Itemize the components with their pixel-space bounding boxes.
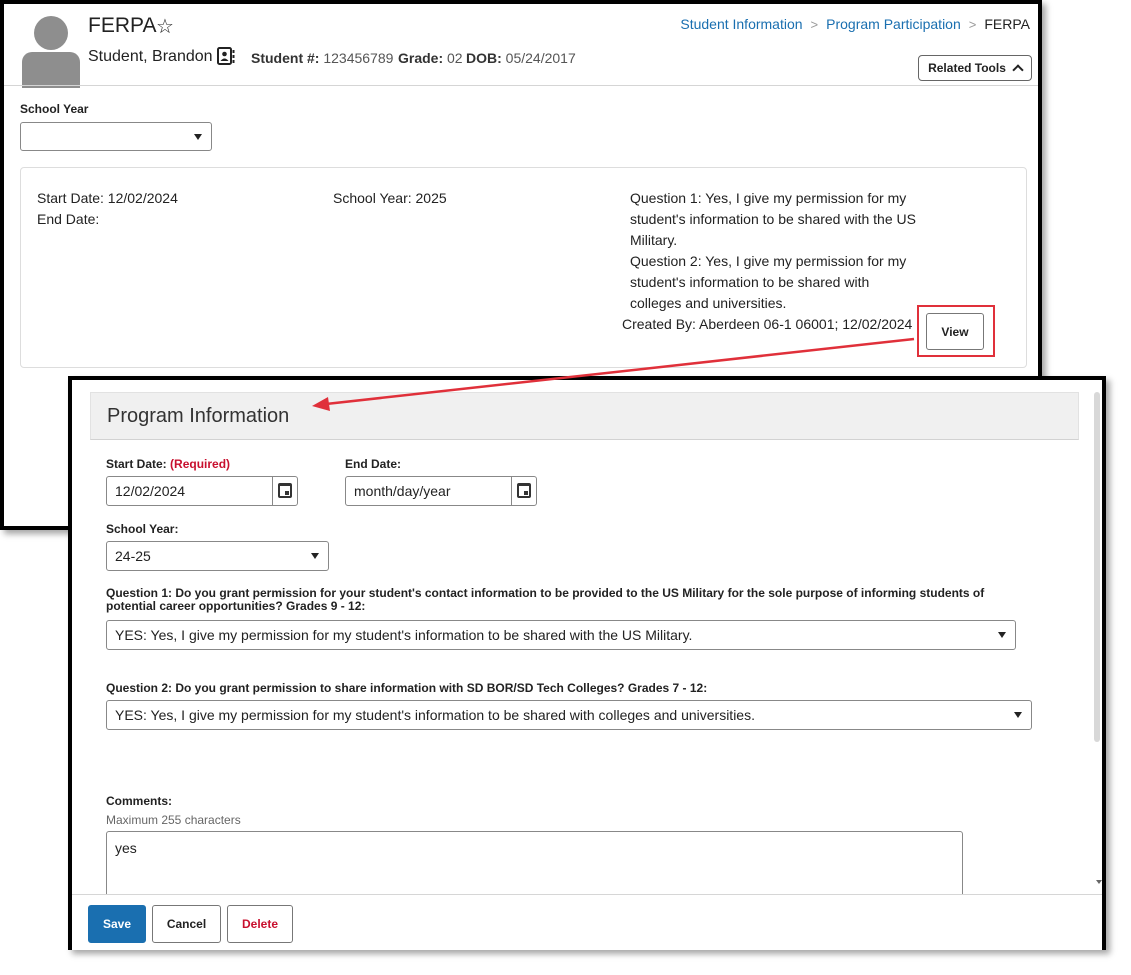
breadcrumb-current: FERPA (984, 16, 1030, 32)
end-date-label: End Date: (345, 457, 402, 471)
comments-label: Comments: (106, 794, 173, 808)
school-year-value: 24-25 (115, 548, 151, 564)
caret-down-icon (1014, 712, 1022, 718)
question-1-select[interactable]: YES: Yes, I give my permission for my st… (106, 620, 1016, 650)
related-tools-label: Related Tools (928, 61, 1006, 75)
cancel-button[interactable]: Cancel (152, 905, 221, 943)
star-icon[interactable]: ☆ (156, 14, 174, 39)
chevron-right-icon: > (810, 16, 819, 32)
breadcrumb-program-participation[interactable]: Program Participation (826, 16, 961, 32)
start-date-input[interactable]: 12/02/2024 (106, 476, 298, 506)
scrollbar[interactable] (1094, 392, 1100, 742)
start-date-value: 12/02/2024 (115, 483, 186, 499)
page-title: FERPA (88, 14, 157, 37)
record-end-date: End Date: (37, 211, 100, 227)
delete-button[interactable]: Delete (227, 905, 293, 943)
question-1-value: YES: Yes, I give my permission for my st… (115, 627, 693, 643)
student-name: Student, Brandon (88, 48, 213, 65)
breadcrumb: Student Information > Program Participat… (680, 16, 1030, 32)
end-date-input[interactable]: month/day/year (345, 476, 537, 506)
required-indicator: (Required) (170, 457, 231, 471)
scroll-down-arrow-icon[interactable] (1096, 880, 1102, 884)
start-date-label: Start Date: (Required) (106, 457, 231, 471)
chevron-right-icon: > (968, 16, 977, 32)
contact-card-icon[interactable] (216, 46, 236, 66)
student-avatar (22, 16, 80, 88)
student-grade: Grade: 02 (398, 50, 463, 66)
calendar-icon (517, 483, 531, 498)
caret-down-icon (194, 134, 202, 140)
start-date-calendar-button[interactable] (272, 477, 297, 505)
school-year-filter-select[interactable] (20, 122, 212, 151)
record-school-year: School Year: 2025 (333, 190, 447, 206)
caret-down-icon (998, 632, 1006, 638)
student-number: Student #: 123456789 (251, 50, 394, 66)
school-year-filter-label: School Year (20, 102, 89, 116)
question-1-label: Question 1: Do you grant permission for … (106, 586, 985, 613)
program-information-header: Program Information (90, 392, 1079, 440)
ferpa-record-card: Start Date: 12/02/2024 End Date: School … (20, 167, 1027, 368)
breadcrumb-student-information[interactable]: Student Information (680, 16, 802, 32)
comments-hint: Maximum 255 characters (106, 813, 241, 827)
school-year-select[interactable]: 24-25 (106, 541, 329, 571)
record-question-1: Question 1: Yes, I give my permission fo… (630, 190, 916, 248)
end-date-placeholder: month/day/year (354, 483, 451, 499)
chevron-up-icon (1012, 64, 1024, 76)
comments-textarea[interactable]: yes (106, 831, 963, 901)
program-information-window: Program Information Start Date: (Require… (68, 376, 1106, 950)
end-date-calendar-button[interactable] (511, 477, 536, 505)
related-tools-button[interactable]: Related Tools (918, 55, 1032, 81)
question-2-select[interactable]: YES: Yes, I give my permission for my st… (106, 700, 1032, 730)
caret-down-icon (311, 553, 319, 559)
question-2-value: YES: Yes, I give my permission for my st… (115, 707, 755, 723)
calendar-icon (278, 483, 292, 498)
save-button[interactable]: Save (88, 905, 146, 943)
view-button[interactable]: View (926, 313, 984, 350)
question-2-label: Question 2: Do you grant permission to s… (106, 681, 708, 695)
action-footer: Save Cancel Delete (72, 894, 1102, 950)
student-dob: DOB: 05/24/2017 (466, 50, 576, 66)
school-year-label: School Year: (106, 522, 179, 536)
program-information-title: Program Information (107, 405, 290, 427)
header-divider (4, 85, 1038, 86)
record-start-date: Start Date: 12/02/2024 (37, 190, 178, 206)
record-created-by: Created By: Aberdeen 06-1 06001; 12/02/2… (622, 316, 913, 332)
record-question-2: Question 2: Yes, I give my permission fo… (630, 253, 907, 311)
